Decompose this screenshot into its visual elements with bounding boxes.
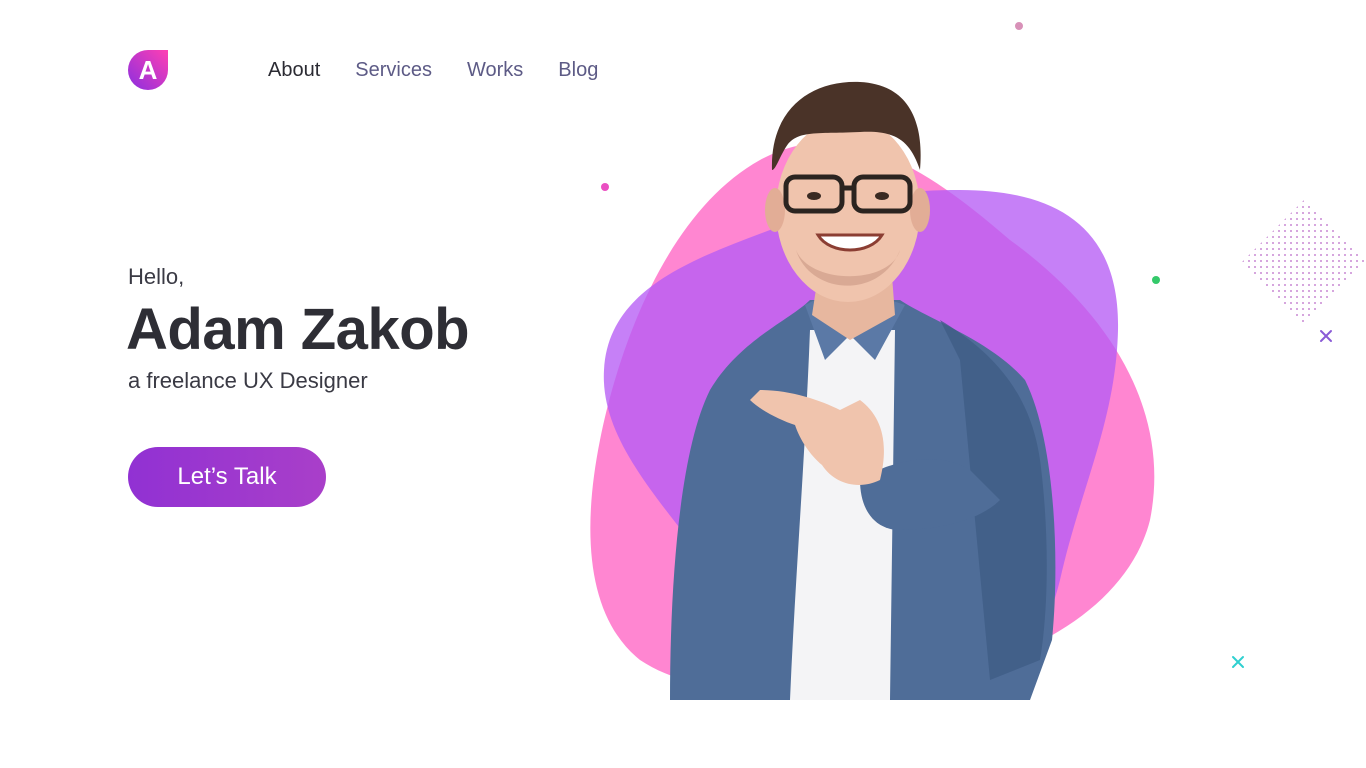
- dot-pattern-decor: [1242, 200, 1366, 324]
- nav-item-services[interactable]: Services: [355, 56, 432, 84]
- person-photo: [670, 81, 1056, 700]
- decor-dot: [1015, 22, 1023, 30]
- decor-dot: [1152, 276, 1160, 284]
- close-x-decor-icon: [1232, 656, 1244, 668]
- decor-dot: [601, 183, 609, 191]
- nav-item-works[interactable]: Works: [467, 56, 523, 84]
- nav-item-about[interactable]: About: [268, 56, 320, 84]
- main-nav: About Services Works Blog: [268, 56, 598, 84]
- hero-illustration: [590, 81, 1155, 700]
- close-x-decor-icon: [1320, 330, 1332, 342]
- brand-logo[interactable]: A: [128, 50, 168, 90]
- hero-name: Adam Zakob: [126, 297, 470, 362]
- lets-talk-button[interactable]: Let’s Talk: [128, 447, 326, 507]
- hero-role: a freelance UX Designer: [128, 368, 368, 393]
- brand-logo-letter: A: [139, 55, 158, 85]
- hero-greeting: Hello,: [128, 264, 185, 289]
